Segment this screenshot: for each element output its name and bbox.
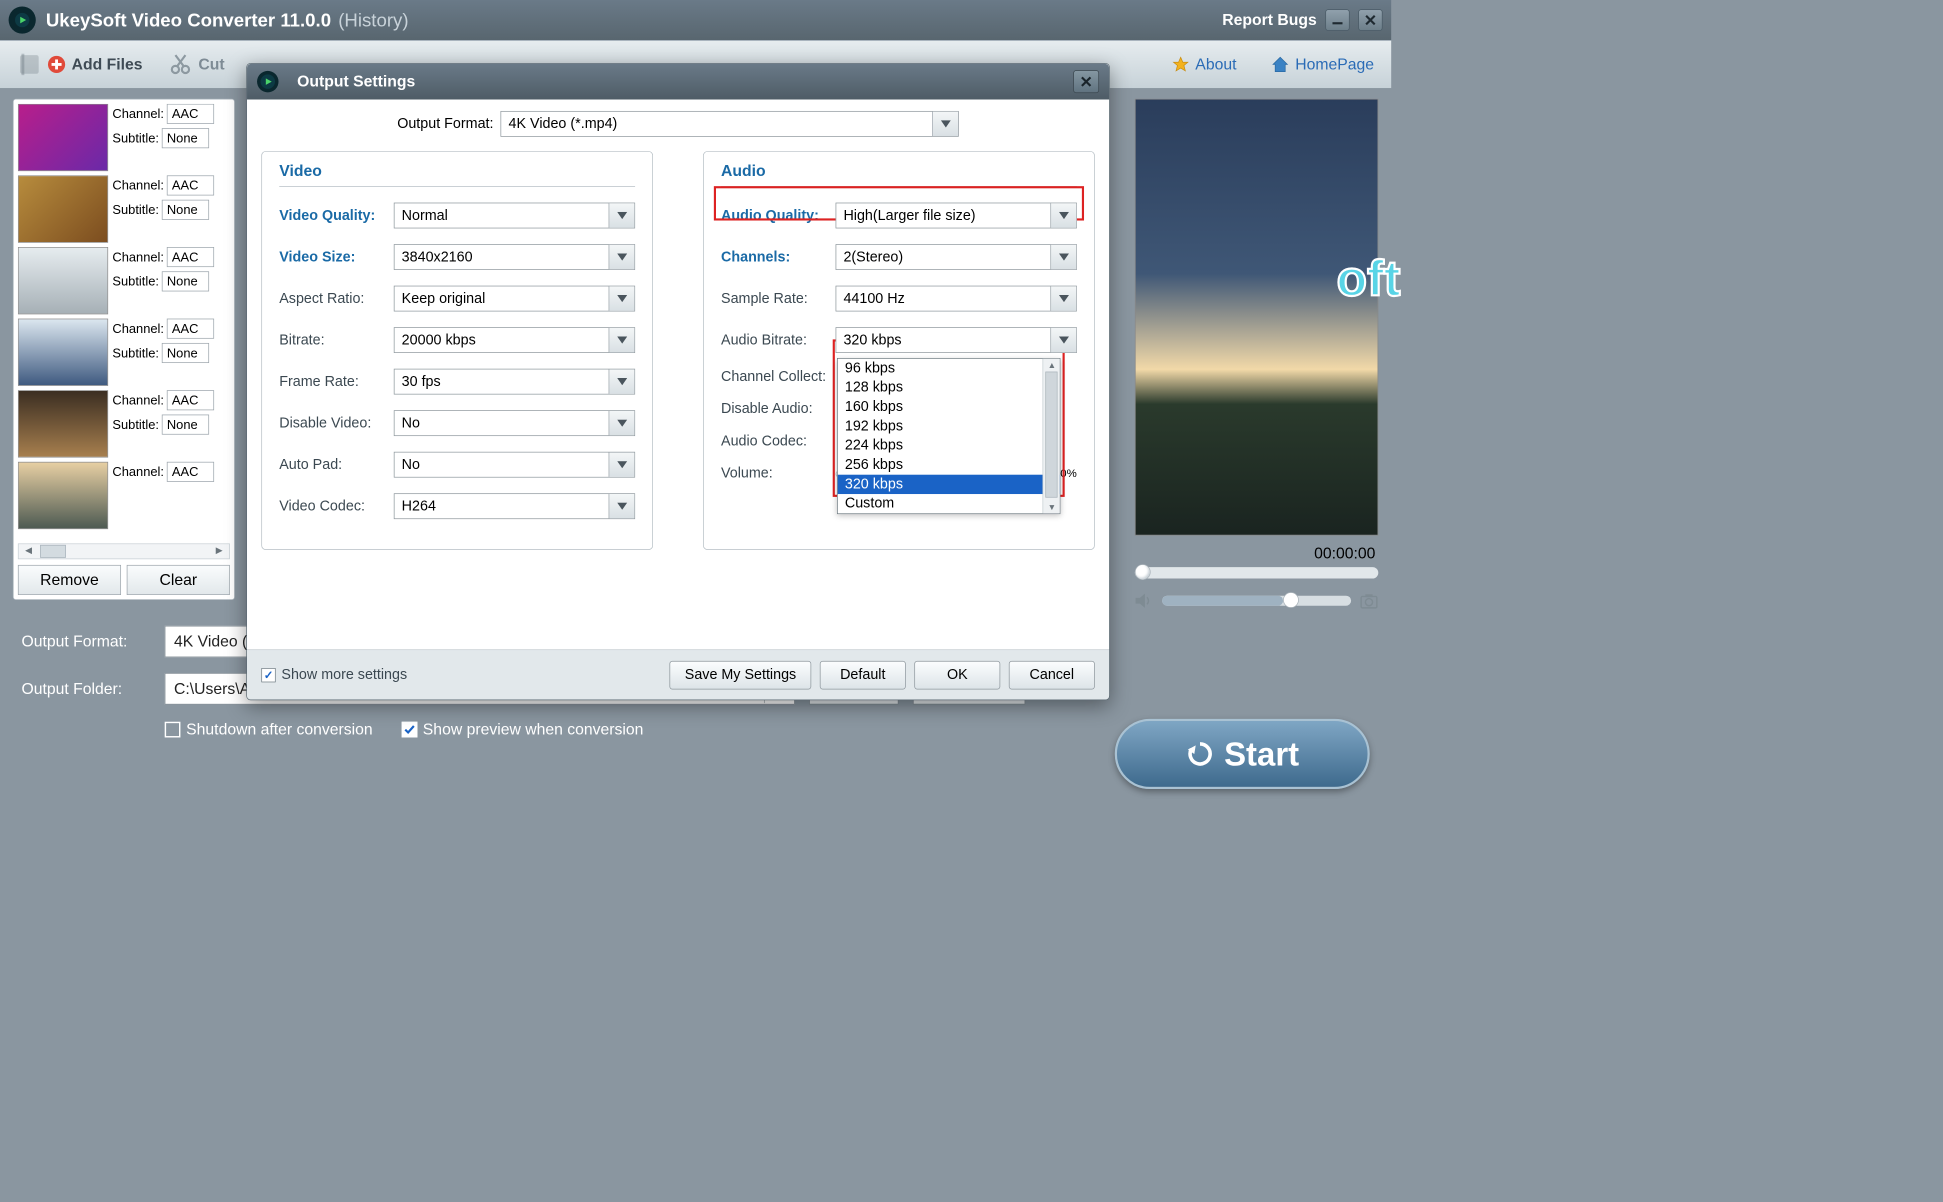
video-thumbnail xyxy=(18,319,108,386)
cancel-button[interactable]: Cancel xyxy=(1009,661,1095,690)
modal-output-format-select[interactable]: 4K Video (*.mp4) xyxy=(501,111,959,137)
output-settings-dialog: Output Settings Output Format: 4K Video … xyxy=(246,63,1109,700)
video-section: Video Video Quality:Normal Video Size:38… xyxy=(261,151,653,550)
audio-section: Audio Audio Quality:High(Larger file siz… xyxy=(703,151,1095,550)
dropdown-scrollbar[interactable]: ▲▼ xyxy=(1042,359,1059,514)
preview-area: oft xyxy=(1135,99,1378,536)
list-item[interactable]: Channel:AAC xyxy=(18,462,230,529)
dropdown-item[interactable]: 128 kbps xyxy=(838,378,1060,397)
plus-icon xyxy=(47,55,66,74)
video-size-select[interactable]: 3840x2160 xyxy=(394,244,635,270)
video-codec-select[interactable]: H264 xyxy=(394,493,635,519)
disable-video-select[interactable]: No xyxy=(394,410,635,436)
frame-rate-select[interactable]: 30 fps xyxy=(394,369,635,395)
app-title: UkeySoft Video Converter 11.0.0 xyxy=(46,9,331,31)
dropdown-item[interactable]: 256 kbps xyxy=(838,455,1060,474)
remove-button[interactable]: Remove xyxy=(18,565,121,595)
auto-pad-select[interactable]: No xyxy=(394,452,635,478)
channel-label: Channel: xyxy=(112,106,164,121)
video-thumbnail xyxy=(18,175,108,242)
home-icon xyxy=(1271,55,1290,74)
dropdown-item[interactable]: 160 kbps xyxy=(838,397,1060,416)
add-files-button[interactable]: Add Files xyxy=(17,52,142,76)
dialog-title: Output Settings xyxy=(297,72,415,91)
show-preview-checkbox[interactable]: Show preview when conversion xyxy=(401,720,643,739)
aspect-ratio-select[interactable]: Keep original xyxy=(394,286,635,312)
audio-bitrate-select[interactable]: 320 kbps xyxy=(836,327,1077,353)
video-thumbnail xyxy=(18,390,108,457)
default-button[interactable]: Default xyxy=(820,661,906,690)
modal-output-format-label: Output Format: xyxy=(397,116,493,132)
audio-bitrate-dropdown[interactable]: 96 kbps 128 kbps 160 kbps 192 kbps 224 k… xyxy=(837,358,1060,514)
file-list-scrollbar[interactable]: ◄► xyxy=(18,543,230,559)
dropdown-item[interactable]: Custom xyxy=(838,494,1060,513)
volume-slider[interactable] xyxy=(1162,596,1351,606)
audio-quality-select[interactable]: High(Larger file size) xyxy=(836,203,1077,229)
dialog-footer: Show more settings Save My Settings Defa… xyxy=(247,649,1109,699)
checkbox-icon xyxy=(261,668,275,682)
shutdown-checkbox[interactable]: Shutdown after conversion xyxy=(165,720,373,739)
subtitle-label: Subtitle: xyxy=(112,131,159,146)
add-files-label: Add Files xyxy=(72,55,143,74)
app-history[interactable]: (History) xyxy=(338,9,408,31)
channel-value[interactable]: AAC xyxy=(167,104,214,124)
file-list-panel: Channel:AAC Subtitle:None Channel:AAC Su… xyxy=(13,99,235,600)
dropdown-item[interactable]: 224 kbps xyxy=(838,436,1060,455)
dropdown-item[interactable]: 192 kbps xyxy=(838,417,1060,436)
preview-panel: oft 00:00:00 xyxy=(1135,99,1378,610)
about-link[interactable]: About xyxy=(1172,55,1236,74)
chevron-down-icon[interactable] xyxy=(932,112,958,136)
close-button[interactable] xyxy=(1358,9,1382,30)
about-label: About xyxy=(1195,55,1236,74)
minimize-button[interactable] xyxy=(1325,9,1349,30)
watermark-text: oft xyxy=(1336,250,1400,307)
volume-icon[interactable] xyxy=(1135,593,1154,609)
channels-select[interactable]: 2(Stereo) xyxy=(836,244,1077,270)
clear-button[interactable]: Clear xyxy=(127,565,230,595)
dropdown-item[interactable]: 96 kbps xyxy=(838,359,1060,378)
show-more-settings-checkbox[interactable]: Show more settings xyxy=(261,667,407,683)
start-button[interactable]: Start xyxy=(1115,719,1370,789)
sample-rate-select[interactable]: 44100 Hz xyxy=(836,286,1077,312)
subtitle-value[interactable]: None xyxy=(162,128,209,148)
ok-button[interactable]: OK xyxy=(914,661,1000,690)
list-item[interactable]: Channel:AAC Subtitle:None xyxy=(18,175,230,242)
app-logo-small xyxy=(257,71,278,92)
homepage-label: HomePage xyxy=(1295,55,1374,74)
dropdown-item-selected[interactable]: 320 kbps xyxy=(838,475,1060,494)
video-thumbnail xyxy=(18,104,108,171)
refresh-icon xyxy=(1185,740,1214,769)
scissors-icon xyxy=(168,52,192,76)
cut-button[interactable]: Cut xyxy=(168,52,224,76)
video-thumbnail xyxy=(18,462,108,529)
video-bitrate-select[interactable]: 20000 kbps xyxy=(394,327,635,353)
star-icon xyxy=(1172,56,1189,73)
dialog-titlebar: Output Settings xyxy=(247,64,1109,100)
titlebar: UkeySoft Video Converter 11.0.0 (History… xyxy=(0,0,1391,40)
list-item[interactable]: Channel:AAC Subtitle:None xyxy=(18,390,230,457)
list-item[interactable]: Channel:AAC Subtitle:None xyxy=(18,247,230,314)
video-quality-select[interactable]: Normal xyxy=(394,203,635,229)
audio-heading: Audio xyxy=(721,162,1077,187)
list-item[interactable]: Channel:AAC Subtitle:None xyxy=(18,319,230,386)
playback-time: 00:00:00 xyxy=(1135,536,1378,568)
report-bugs-link[interactable]: Report Bugs xyxy=(1222,11,1317,30)
cut-label: Cut xyxy=(198,55,224,74)
output-format-label: Output Format: xyxy=(21,632,150,651)
snapshot-icon[interactable] xyxy=(1360,591,1379,610)
save-my-settings-button[interactable]: Save My Settings xyxy=(670,661,811,690)
dialog-close-button[interactable] xyxy=(1073,70,1099,93)
video-thumbnail xyxy=(18,247,108,314)
output-folder-label: Output Folder: xyxy=(21,679,150,698)
seek-slider[interactable] xyxy=(1135,567,1378,578)
list-item[interactable]: Channel:AAC Subtitle:None xyxy=(18,104,230,171)
video-heading: Video xyxy=(279,162,635,187)
app-logo xyxy=(9,6,36,33)
homepage-link[interactable]: HomePage xyxy=(1271,55,1374,74)
